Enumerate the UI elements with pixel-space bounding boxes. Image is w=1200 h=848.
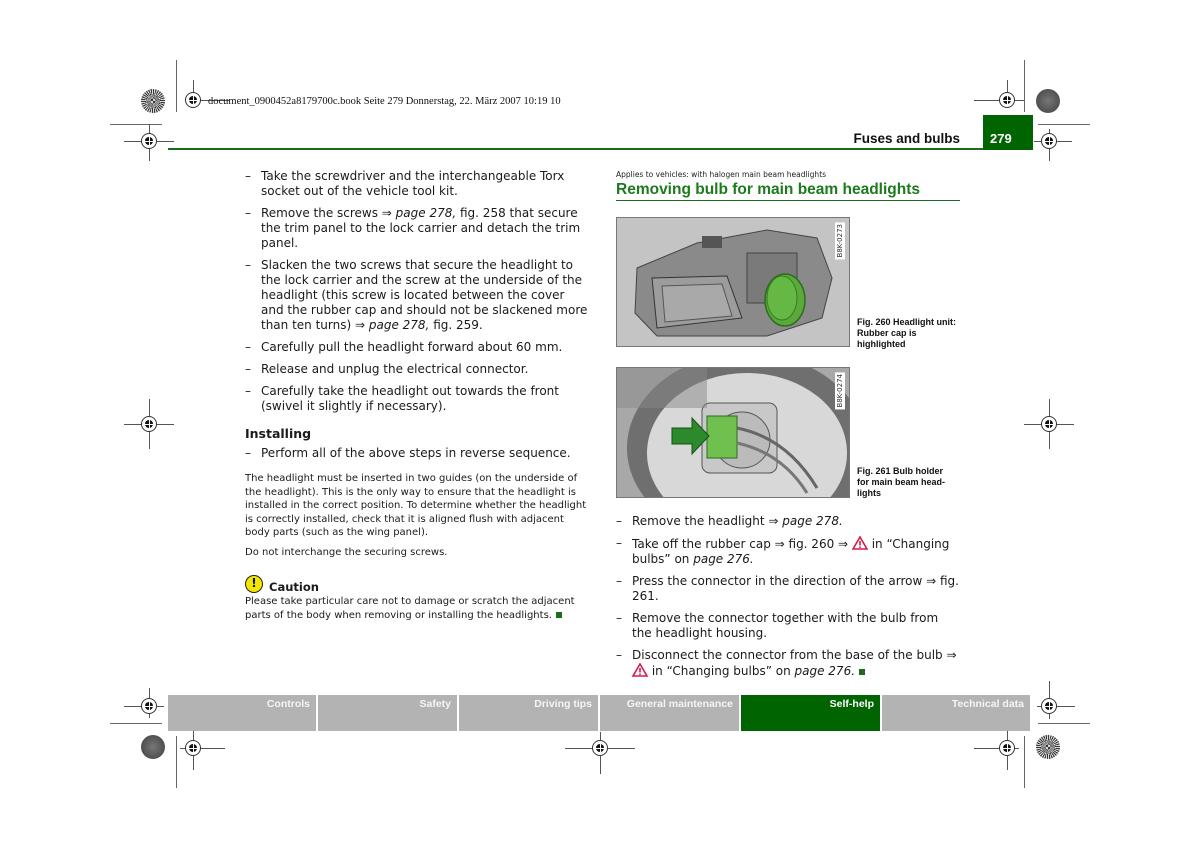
crop-line [110,124,162,125]
page-number: 279 [990,131,1012,146]
left-column: – Take the screwdriver and the interchang… [245,169,590,628]
warning-triangle-icon[interactable] [632,663,648,677]
chapter-nav: Controls Safety Driving tips General mai… [168,695,1030,731]
print-info: document_0900452a8179700c.book Seite 279… [208,96,561,107]
tab-driving-tips[interactable]: Driving tips [459,695,598,731]
installing-heading: Installing [245,426,312,441]
step-item: – Take off the rubber cap ⇒ fig. 260 ⇒ in… [616,536,950,566]
header-rule [168,148,983,150]
step-item: – Release and unplug the electrical conne… [245,362,529,376]
registration-disc-mark [141,735,165,759]
figure-bulb-holder: B8K-0274 [616,367,850,498]
caution-text: Please take particular care not to damag… [245,596,575,621]
figure-code: B8K-0273 [835,222,845,260]
caution-heading: ! Caution [245,575,590,593]
registration-disc-mark [1036,89,1060,113]
step-item: – Carefully take the headlight out toward… [245,384,559,413]
crop-line [1024,736,1025,788]
section-heading: Removing bulb for main beam headlights [616,181,921,198]
page-reference-link[interactable]: page 276. [795,664,856,678]
heading-rule [616,200,960,201]
bulb-holder-illustration [617,368,849,497]
registration-star-mark [141,89,165,113]
step-item: – Remove the screws ⇒ page 278, fig. 258 … [245,206,581,250]
crop-line [1024,60,1025,112]
applies-to-note: Applies to vehicles: with halogen main b… [616,170,827,179]
step-item: – Take the screwdriver and the interchang… [245,169,565,198]
figure-caption: Fig. 260 Headlight unit: Rubber cap is h… [857,317,957,349]
figure-caption: Fig. 261 Bulb holder for main beam head­… [857,466,946,498]
step-item: – Perform all of the above steps in rever… [245,446,571,460]
page-reference-link[interactable]: page 278. [782,514,843,528]
headlight-illustration [634,229,833,337]
crop-line [110,723,162,724]
tab-controls[interactable]: Controls [168,695,316,731]
registration-star-mark [1036,735,1060,759]
end-of-section-icon [555,611,562,618]
step-item: – Slacken the two screws that secure the … [245,258,588,332]
page-reference-link[interactable]: page 278, [369,318,430,332]
warning-triangle-icon[interactable] [851,536,868,550]
page-reference-link[interactable]: page 276. [693,552,754,566]
step-item: – Disconnect the connector from the base … [616,648,957,678]
crop-line [1038,723,1090,724]
tab-general-maintenance[interactable]: General maintenance [600,695,739,731]
figure-code: B8K-0274 [835,372,845,410]
crop-line [1038,124,1090,125]
step-item: – Press the connector in the direction of… [616,574,959,603]
exclamation-circle-icon: ! [245,575,263,593]
step-item: – Remove the headlight ⇒ page 278. [616,514,843,528]
end-of-section-icon [859,668,866,675]
crop-line [176,60,177,112]
step-item: – Remove the connector together with the… [616,611,939,640]
page-reference-link[interactable]: page 278, [396,206,457,220]
step-item: – Carefully pull the headlight forward ab… [245,340,563,354]
tab-technical-data[interactable]: Technical data [882,695,1030,731]
note-paragraph: Do not interchange the securing screws. [245,546,448,558]
tab-self-help[interactable]: Self-help [741,695,880,731]
right-steps: – Remove the headlight ⇒ page 278. – Take … [616,514,961,686]
section-title: Fuses and bulbs [853,131,960,146]
crop-line [176,736,177,788]
tab-safety[interactable]: Safety [318,695,457,731]
figure-headlight-unit: B8K-0273 [616,217,850,347]
note-paragraph: The headlight must be inserted in two gu… [245,473,587,538]
